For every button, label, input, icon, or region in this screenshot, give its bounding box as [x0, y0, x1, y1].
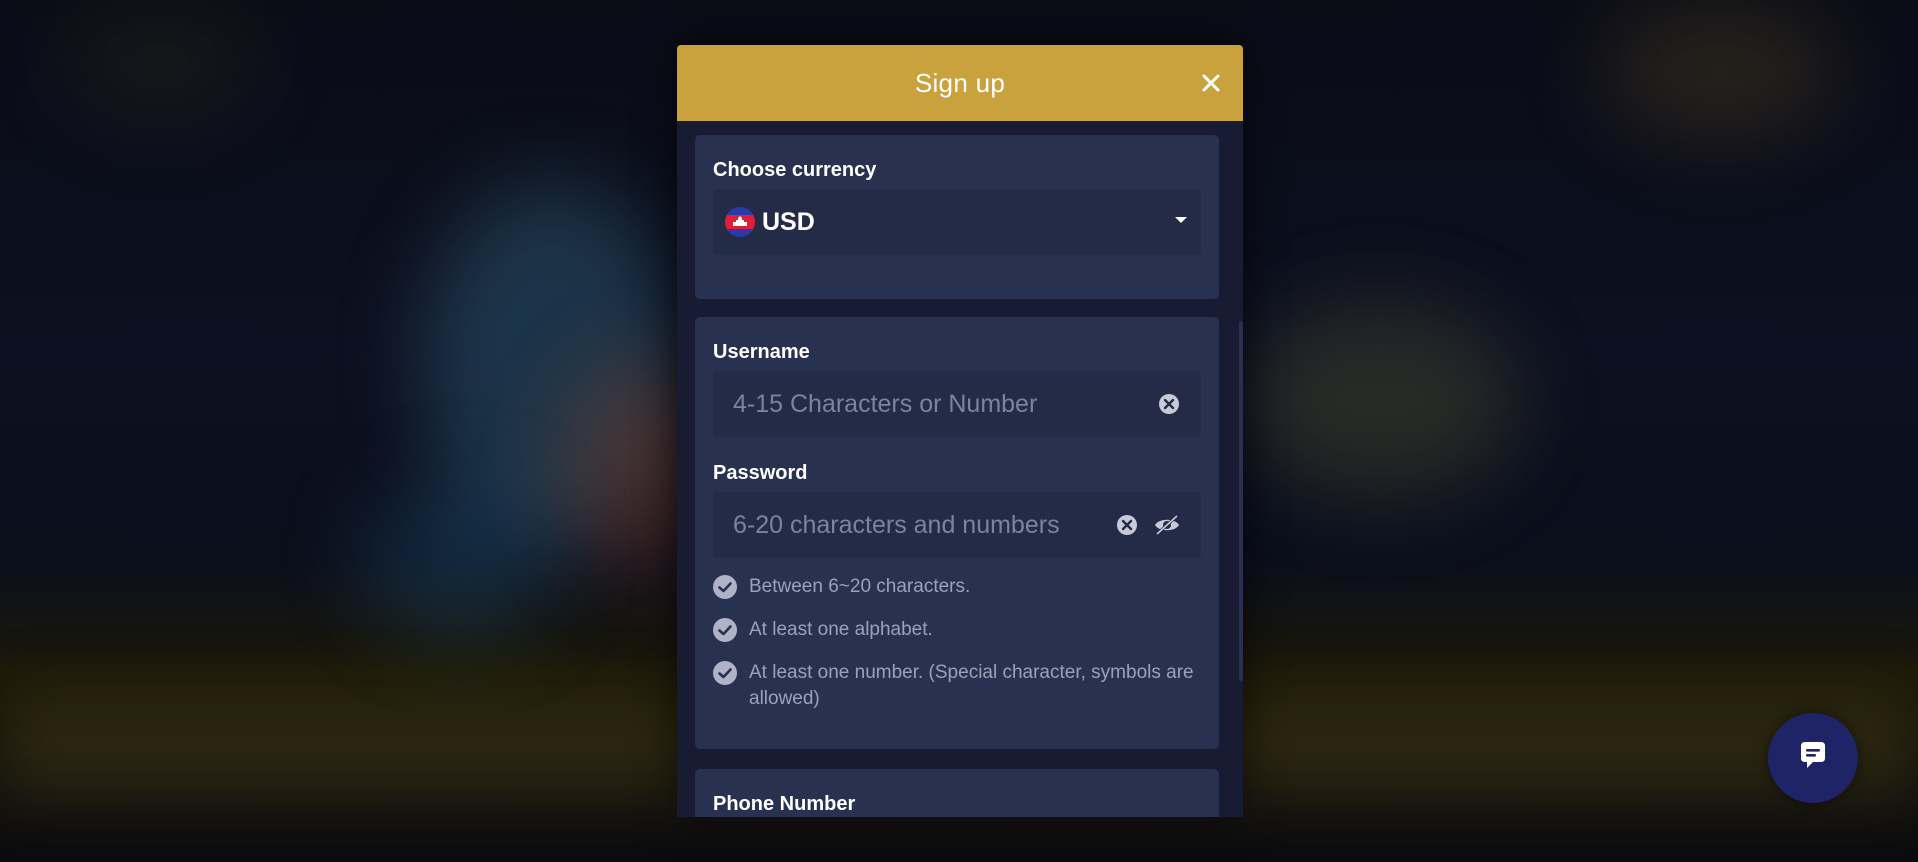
cambodia-flag-icon: [725, 207, 755, 237]
password-input[interactable]: [713, 492, 1133, 558]
username-label: Username: [713, 341, 810, 363]
password-field: [713, 492, 1201, 558]
account-card: Username Password: [695, 317, 1219, 749]
modal-header: Sign up: [677, 45, 1243, 121]
phone-card: Phone Number: [695, 769, 1219, 817]
currency-card: Choose currency USD: [695, 135, 1219, 299]
password-rule-text: At least one alphabet.: [749, 619, 933, 640]
scrollbar[interactable]: [1239, 321, 1243, 681]
username-input[interactable]: [713, 371, 1133, 437]
password-rule-number: At least one number. (Special character,…: [713, 661, 1201, 712]
currency-select[interactable]: USD: [713, 189, 1201, 255]
chevron-down-icon: [1175, 217, 1187, 223]
eye-off-icon[interactable]: [1153, 513, 1181, 537]
currency-label: Choose currency: [713, 159, 877, 181]
phone-label: Phone Number: [713, 793, 856, 815]
check-circle-icon: [713, 575, 737, 599]
modal-title: Sign up: [914, 67, 1006, 98]
chat-button[interactable]: [1768, 713, 1858, 803]
clear-icon[interactable]: [1157, 392, 1181, 416]
check-circle-icon: [713, 618, 737, 642]
close-icon[interactable]: [1195, 67, 1227, 99]
password-label: Password: [713, 462, 808, 484]
password-rule-length: Between 6~20 characters.: [713, 575, 1201, 600]
currency-value: USD: [762, 207, 815, 236]
password-rule-text: Between 6~20 characters.: [749, 576, 971, 597]
username-field: [713, 371, 1201, 437]
chat-bubble-icon: [1796, 739, 1830, 778]
clear-icon[interactable]: [1115, 513, 1139, 537]
modal-body: Choose currency USD Username 4-15 Charac…: [677, 121, 1243, 817]
password-rule-alphabet: At least one alphabet.: [713, 618, 1201, 643]
signup-modal: Sign up Choose currency USD Username 4-1…: [677, 45, 1243, 817]
check-circle-icon: [713, 661, 737, 685]
password-rule-text: At least one number. (Special character,…: [749, 662, 1194, 709]
